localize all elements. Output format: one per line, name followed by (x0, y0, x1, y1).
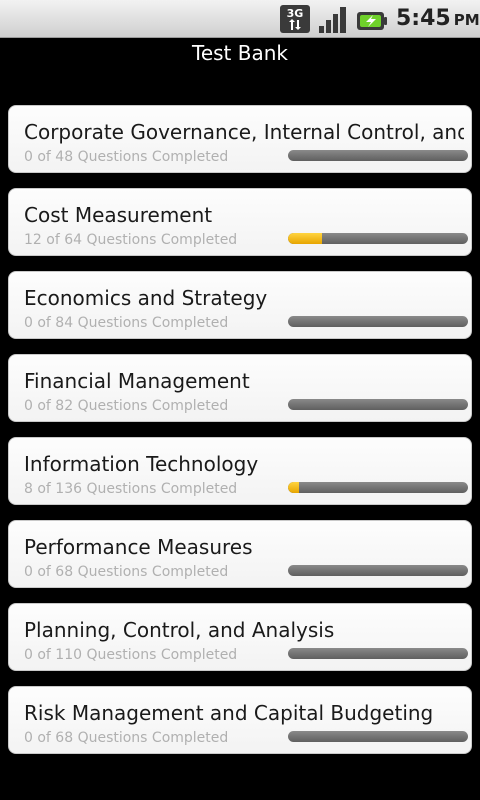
progress-bar (288, 150, 468, 161)
topic-progress-text: 0 of 68 Questions Completed (24, 564, 229, 580)
status-bar: 3G 5:45 PM (0, 0, 480, 38)
topic-card[interactable]: Cost Measurement 12 of 64 Questions Compl… (8, 188, 472, 256)
topic-card[interactable]: Financial Management 0 of 82 Questions Co… (8, 354, 472, 422)
clock-ampm: PM (453, 11, 480, 29)
topic-title: Financial Management (24, 369, 250, 393)
topic-title: Information Technology (24, 452, 259, 476)
progress-bar (288, 482, 468, 493)
topic-list: Corporate Governance, Internal Control, … (8, 105, 472, 769)
progress-bar (288, 399, 468, 410)
topic-card[interactable]: Information Technology 8 of 136 Questions… (8, 437, 472, 505)
topic-card[interactable]: Planning, Control, and Analysis 0 of 110 … (8, 603, 472, 671)
topic-title: Performance Measures (24, 535, 253, 559)
clock-time: 5:45 (396, 6, 451, 31)
topic-progress-text: 0 of 110 Questions Completed (24, 647, 238, 663)
svg-text:3G: 3G (287, 7, 304, 20)
progress-bar (288, 565, 468, 576)
topic-title: Economics and Strategy (24, 286, 268, 310)
topic-card[interactable]: Economics and Strategy 0 of 84 Questions … (8, 271, 472, 339)
topic-progress-text: 0 of 68 Questions Completed (24, 730, 229, 746)
topic-card[interactable]: Performance Measures 0 of 68 Questions Co… (8, 520, 472, 588)
battery-charging-icon (357, 12, 387, 30)
topic-progress-text: 0 of 82 Questions Completed (24, 398, 229, 414)
progress-bar-fill (288, 233, 322, 244)
signal-strength-icon (319, 7, 346, 33)
progress-bar (288, 316, 468, 327)
clock: 5:45 PM (396, 4, 480, 34)
topic-card[interactable]: Corporate Governance, Internal Control, … (8, 105, 472, 173)
topic-title: Cost Measurement (24, 203, 213, 227)
progress-bar (288, 731, 468, 742)
topic-card[interactable]: Risk Management and Capital Budgeting 0 o… (8, 686, 472, 754)
topic-progress-text: 0 of 84 Questions Completed (24, 315, 229, 331)
topic-title: Risk Management and Capital Budgeting (24, 701, 434, 725)
progress-bar (288, 648, 468, 659)
topic-progress-text: 0 of 48 Questions Completed (24, 149, 229, 165)
topic-title: Planning, Control, and Analysis (24, 618, 335, 642)
3g-data-icon: 3G (280, 5, 310, 33)
topic-title: Corporate Governance, Internal Control, … (24, 120, 464, 144)
topic-progress-text: 12 of 64 Questions Completed (24, 232, 238, 248)
progress-bar-fill (288, 482, 299, 493)
page-title: Test Bank (192, 41, 288, 65)
topic-progress-text: 8 of 136 Questions Completed (24, 481, 238, 497)
progress-bar (288, 233, 468, 244)
